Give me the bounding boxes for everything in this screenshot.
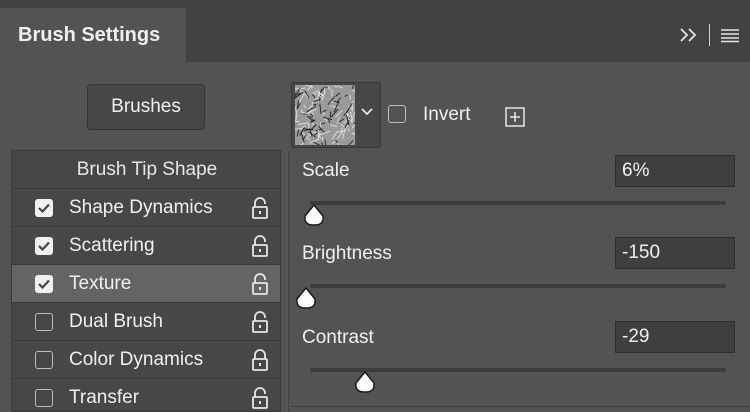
- panel-header-icons: [679, 8, 740, 62]
- contrast-slider-thumb[interactable]: [353, 370, 377, 399]
- window-top-strip: [0, 0, 750, 8]
- option-texture[interactable]: Texture: [12, 265, 280, 303]
- option-dual-brush[interactable]: Dual Brush: [12, 303, 280, 341]
- unlock-icon[interactable]: [248, 386, 272, 410]
- double-chevron-right-icon[interactable]: [679, 27, 699, 43]
- scale-value: 6%: [622, 160, 650, 181]
- brightness-label: Brightness: [302, 243, 392, 264]
- contrast-label: Contrast: [302, 327, 374, 348]
- invert-label: Invert: [423, 104, 471, 125]
- option-label: Transfer: [69, 386, 140, 408]
- scale-label: Scale: [302, 160, 350, 181]
- scale-value-field[interactable]: 6%: [615, 155, 735, 187]
- option-label: Texture: [69, 272, 132, 294]
- panel-divider: [288, 150, 289, 412]
- option-checkbox[interactable]: [35, 274, 53, 293]
- unlock-icon[interactable]: [248, 196, 272, 220]
- scale-slider-thumb[interactable]: [302, 203, 326, 232]
- scale-slider-track[interactable]: [310, 201, 726, 205]
- option-checkbox[interactable]: [35, 388, 53, 407]
- tab-brush-settings[interactable]: Brush Settings: [0, 8, 186, 62]
- option-transfer[interactable]: Transfer: [12, 379, 280, 411]
- plus-square-icon[interactable]: [505, 107, 525, 132]
- unlock-icon[interactable]: [248, 310, 272, 334]
- unlock-icon[interactable]: [248, 272, 272, 296]
- texture-picker[interactable]: [291, 82, 381, 148]
- brightness-slider-thumb[interactable]: [294, 286, 318, 315]
- contrast-value: -29: [622, 326, 650, 347]
- brightness-slider-track[interactable]: [310, 284, 726, 288]
- option-label: Brush Tip Shape: [76, 158, 218, 180]
- invert-checkbox[interactable]: [388, 105, 406, 123]
- option-checkbox[interactable]: [35, 312, 53, 331]
- option-color-dynamics[interactable]: Color Dynamics: [12, 341, 280, 379]
- option-scattering[interactable]: Scattering: [12, 227, 280, 265]
- option-brush-tip-shape[interactable]: Brush Tip Shape: [12, 151, 280, 189]
- option-checkbox[interactable]: [35, 350, 53, 369]
- option-label: Color Dynamics: [69, 348, 204, 370]
- brightness-value: -150: [622, 242, 661, 263]
- lock-icon[interactable]: [248, 348, 272, 372]
- texture-preview: [295, 85, 355, 145]
- unlock-icon[interactable]: [248, 234, 272, 258]
- contrast-value-field[interactable]: -29: [615, 321, 735, 353]
- option-checkbox[interactable]: [35, 198, 53, 217]
- header-separator: [709, 24, 710, 46]
- option-label: Scattering: [69, 234, 155, 256]
- option-label: Dual Brush: [69, 310, 163, 332]
- brushes-button-label: Brushes: [111, 96, 181, 117]
- option-label: Shape Dynamics: [69, 196, 213, 218]
- option-shape-dynamics[interactable]: Shape Dynamics: [12, 189, 280, 227]
- panel-title: Brush Settings: [18, 23, 161, 46]
- panel-tab-bar: Brush Settings: [0, 8, 750, 62]
- brushes-button[interactable]: Brushes: [87, 84, 205, 130]
- brightness-value-field[interactable]: -150: [615, 237, 735, 269]
- brush-options-list: Brush Tip Shape Shape Dynamics Scattering…: [11, 150, 281, 412]
- option-checkbox[interactable]: [35, 236, 53, 255]
- hamburger-menu-icon[interactable]: [720, 27, 740, 43]
- panel-bottom-border: [291, 406, 750, 407]
- chevron-down-icon[interactable]: [360, 105, 374, 124]
